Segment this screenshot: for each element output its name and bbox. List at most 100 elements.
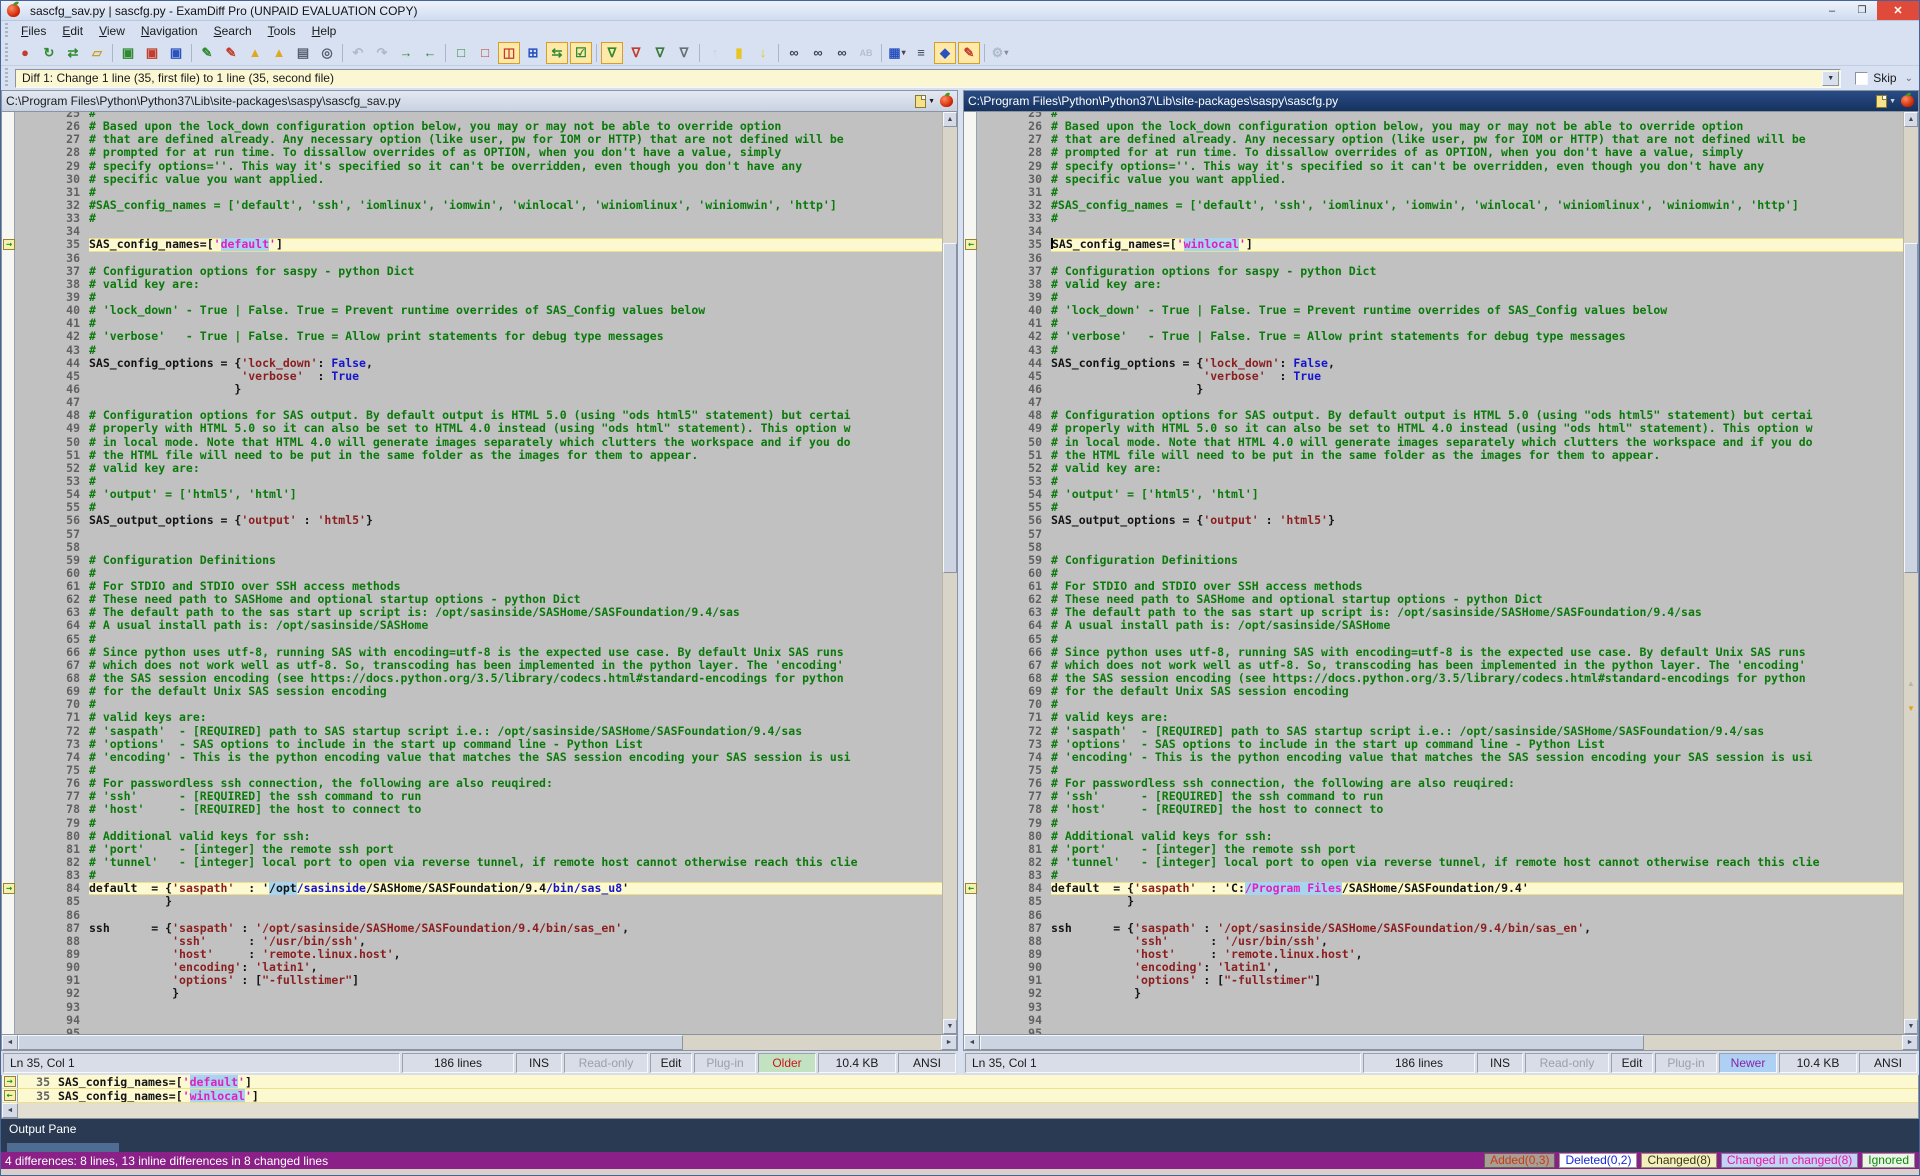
filter-both-icon[interactable]: ∇	[601, 42, 623, 64]
code-line-row[interactable]: 73# 'options' - SAS options to include i…	[964, 738, 1903, 751]
file-menu-icon[interactable]	[1876, 95, 1887, 108]
code-line-row[interactable]: 49# properly with HTML 5.0 so it can als…	[964, 422, 1903, 435]
code-line-row[interactable]: 93	[2, 1001, 942, 1014]
code-line-row[interactable]: 75#	[964, 764, 1903, 777]
code-line-row[interactable]: 58	[2, 541, 942, 554]
menu-view[interactable]: View	[91, 23, 133, 39]
allow-editing-icon[interactable]: ✎	[958, 42, 980, 64]
code-line-row[interactable]: 72# 'saspath' - [REQUIRED] path to SAS s…	[2, 725, 942, 738]
code-line-row[interactable]: 69# for the default Unix SAS session enc…	[964, 685, 1903, 698]
show-all-lines-icon[interactable]: ⊞	[522, 42, 544, 64]
code-line-row[interactable]: ←35SAS_config_names=['winlocal']	[964, 238, 1903, 251]
code-line-row[interactable]: 62# These need path to SASHome and optio…	[2, 593, 942, 606]
toolbar-grip[interactable]	[3, 43, 10, 63]
code-line-row[interactable]: 30# specific value you want applied.	[964, 173, 1903, 186]
code-line-row[interactable]: →84default = {'saspath' : '/opt/sasinsid…	[2, 882, 942, 895]
find-next-icon[interactable]: ∞	[807, 42, 829, 64]
scroll-track[interactable]: ▲ ▼	[1904, 127, 1918, 1019]
toolbar-overflow-chevron[interactable]: ⌄	[1905, 73, 1913, 84]
menubar-grip[interactable]	[3, 23, 10, 38]
code-line-row[interactable]: 25#	[2, 112, 942, 120]
swap-panes-icon[interactable]: ⇄	[62, 42, 84, 64]
menu-help[interactable]: Help	[304, 23, 345, 39]
code-line-row[interactable]: 49# properly with HTML 5.0 so it can als…	[2, 422, 942, 435]
code-line-row[interactable]: 95	[964, 1027, 1903, 1035]
code-line-row[interactable]: 76# For passwordless ssh connection, the…	[2, 777, 942, 790]
code-line-row[interactable]: 75#	[2, 764, 942, 777]
code-line-row[interactable]: 55#	[964, 501, 1903, 514]
code-line-row[interactable]: 27# that are defined already. Any necess…	[964, 133, 1903, 146]
code-line-row[interactable]: 68# the SAS session encoding (see https:…	[2, 672, 942, 685]
code-line-row[interactable]: 29# specify options=''. This way it's sp…	[964, 160, 1903, 173]
copy-to-left-marker-icon[interactable]: ←	[4, 1090, 16, 1101]
show-identical-lines-icon[interactable]: □	[450, 42, 472, 64]
show-line-numbers-icon[interactable]: ☑	[570, 42, 592, 64]
code-line-row[interactable]: 64# A usual install path is: /opt/sasins…	[2, 619, 942, 632]
code-line-row[interactable]: 67# which does not work well as utf-8. S…	[964, 659, 1903, 672]
code-line-row[interactable]: 51# the HTML file will need to be put in…	[2, 449, 942, 462]
show-changed-lines-icon[interactable]: ◫	[498, 42, 520, 64]
code-line-row[interactable]: 48# Configuration options for SAS output…	[964, 409, 1903, 422]
scroll-up-button[interactable]: ▲	[943, 112, 957, 127]
chevron-down-icon[interactable]: ▼	[928, 98, 935, 105]
scroll-track[interactable]	[943, 127, 957, 1019]
copy-to-right-marker-icon[interactable]: →	[3, 239, 15, 250]
code-line-row[interactable]: 41#	[2, 317, 942, 330]
right-editor-area[interactable]: 25#26# Based upon the lock_down configur…	[963, 112, 1919, 1035]
code-line-row[interactable]: 85 }	[2, 895, 942, 908]
code-line-row[interactable]: 70#	[964, 698, 1903, 711]
code-line-row[interactable]: 80# Additional valid keys for ssh:	[964, 830, 1903, 843]
code-line-row[interactable]: 67# which does not work well as utf-8. S…	[2, 659, 942, 672]
scroll-thumb[interactable]	[18, 1035, 683, 1050]
scroll-left-button[interactable]: ◄	[2, 1035, 18, 1050]
code-line-row[interactable]: 47	[2, 396, 942, 409]
code-line-row[interactable]: 56SAS_output_options = {'output' : 'html…	[964, 514, 1903, 527]
code-line-row[interactable]: 63# The default path to the sas start up…	[2, 606, 942, 619]
maximize-button[interactable]: ❒	[1847, 1, 1877, 20]
code-line-row[interactable]: 38# valid key are:	[964, 278, 1903, 291]
code-line-row[interactable]: 40# 'lock_down' - True | False. True = P…	[2, 304, 942, 317]
code-line-row[interactable]: 73# 'options' - SAS options to include i…	[2, 738, 942, 751]
code-line-row[interactable]: 44SAS_config_options = {'lock_down': Fal…	[2, 357, 942, 370]
code-line-row[interactable]: 58	[964, 541, 1903, 554]
code-line-row[interactable]: 41#	[964, 317, 1903, 330]
right-file-path-bar[interactable]: C:\Program Files\Python\Python37\Lib\sit…	[963, 90, 1919, 112]
code-line-row[interactable]: 69# for the default Unix SAS session enc…	[2, 685, 942, 698]
code-line-row[interactable]: 63# The default path to the sas start up…	[964, 606, 1903, 619]
edit-second-file-icon[interactable]: ✎	[220, 42, 242, 64]
print-preview-icon[interactable]: ◎	[316, 42, 338, 64]
code-line-row[interactable]: 89 'host' : 'remote.linux.host',	[964, 948, 1903, 961]
code-line-row[interactable]: 72# 'saspath' - [REQUIRED] path to SAS s…	[964, 725, 1903, 738]
code-line-row[interactable]: 83#	[964, 869, 1903, 882]
code-line-row[interactable]: 86	[964, 909, 1903, 922]
find-previous-icon[interactable]: ∞	[831, 42, 853, 64]
undo-icon[interactable]: ↶	[347, 42, 369, 64]
filter-none-icon[interactable]: ∇	[673, 42, 695, 64]
line-inspector-icon[interactable]: ≡	[910, 42, 932, 64]
code-line-row[interactable]: 92 }	[2, 987, 942, 1000]
diffbar-grip[interactable]	[3, 68, 10, 87]
plugins-icon[interactable]: ◆	[934, 42, 956, 64]
diff-dropdown-button[interactable]: ▼	[1822, 71, 1839, 86]
code-line-row[interactable]: 61# For STDIO and STDIO over SSH access …	[2, 580, 942, 593]
edit-first-file-icon[interactable]: ✎	[196, 42, 218, 64]
code-line-row[interactable]: 91 'options' : ["-fullstimer"]	[2, 974, 942, 987]
new-comparison-icon[interactable]: ●	[14, 42, 36, 64]
code-line-row[interactable]: 37# Configuration options for saspy - py…	[964, 265, 1903, 278]
options-icon[interactable]: ⚙▾	[989, 42, 1011, 64]
copy-to-right-marker-icon[interactable]: →	[4, 1076, 16, 1087]
print-icon[interactable]: ▤	[292, 42, 314, 64]
code-line-row[interactable]: 66# Since python uses utf-8, running SAS…	[964, 646, 1903, 659]
code-line-row[interactable]: 29# specify options=''. This way it's sp…	[2, 160, 942, 173]
code-line-row[interactable]: 43#	[964, 344, 1903, 357]
code-line-row[interactable]: 94	[2, 1014, 942, 1027]
scroll-down-button[interactable]: ▼	[943, 1019, 957, 1034]
code-line-row[interactable]: 28# prompted for at run time. To dissall…	[964, 146, 1903, 159]
copy-to-right-marker-icon[interactable]: →	[3, 883, 15, 894]
code-line-row[interactable]: 90 'encoding': 'latin1',	[964, 961, 1903, 974]
left-file-path-bar[interactable]: C:\Program Files\Python\Python37\Lib\sit…	[1, 90, 958, 112]
code-line-row[interactable]: 81# 'port' - [integer] the remote ssh po…	[964, 843, 1903, 856]
menu-edit[interactable]: Edit	[54, 23, 91, 39]
code-line-row[interactable]: 78# 'host' - [REQUIRED] the host to conn…	[2, 803, 942, 816]
find-icon[interactable]: ∞	[783, 42, 805, 64]
